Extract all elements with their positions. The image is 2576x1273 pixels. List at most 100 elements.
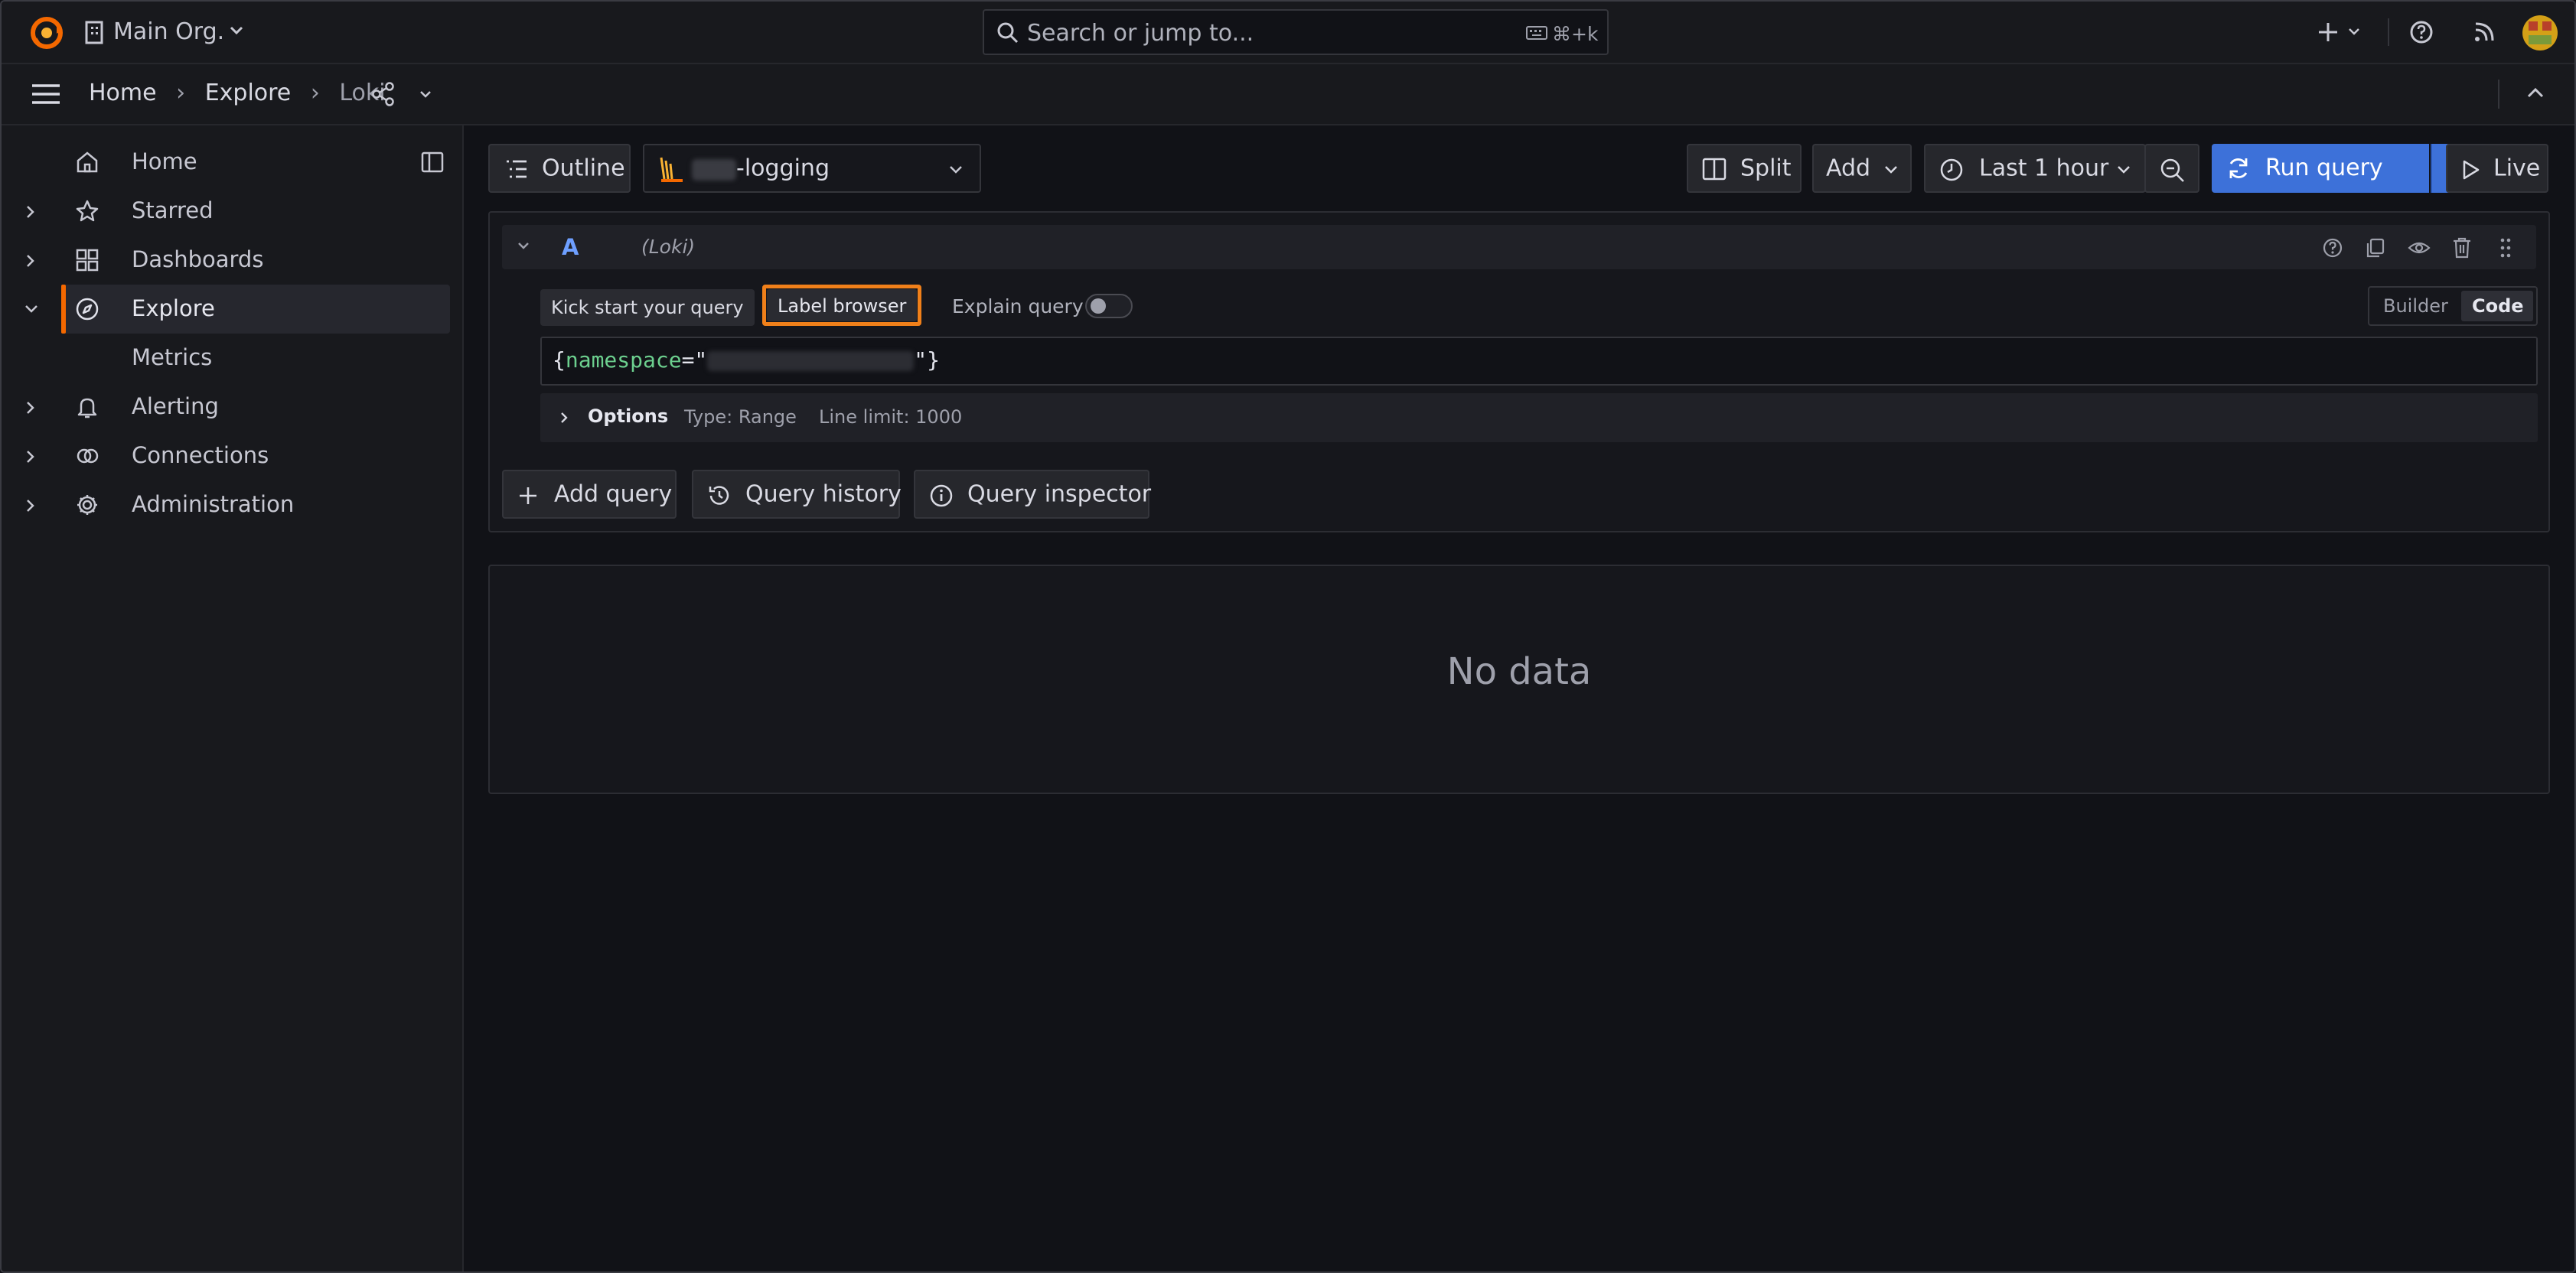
options-label: Options: [588, 405, 669, 427]
dashboards-icon: [75, 248, 99, 272]
explain-query-label: Explain query: [952, 295, 1084, 317]
datasource-picker[interactable]: -logging: [643, 144, 981, 193]
sidebar-item-label: Administration: [132, 491, 295, 517]
add-query-label: Add query: [554, 480, 673, 508]
sidebar-item-dashboards[interactable]: Dashboards: [2, 236, 462, 285]
code-brace-open: {: [553, 347, 566, 373]
query-editor-panel: A (Loki) Kick start your query Label bro…: [488, 211, 2550, 532]
options-line-limit: Line limit: 1000: [819, 406, 963, 428]
kick-start-button[interactable]: Kick start your query: [540, 289, 755, 326]
loki-logo-icon: [658, 156, 684, 184]
run-query-label: Run query: [2265, 155, 2383, 181]
breadcrumb-separator: ›: [310, 80, 320, 106]
query-options-row[interactable]: Options Type: Range Line limit: 1000: [540, 393, 2538, 442]
label-browser-label: Label browser: [778, 295, 907, 317]
keyboard-icon: [1526, 26, 1547, 40]
chevron-down-icon: [1884, 165, 1898, 174]
chevron-down-icon[interactable]: [419, 90, 432, 98]
mode-builder[interactable]: Builder: [2383, 295, 2448, 317]
outline-button[interactable]: Outline: [488, 144, 631, 193]
time-range-picker[interactable]: Last 1 hour: [1924, 144, 2146, 193]
search-input[interactable]: Search or jump to... ⌘+k: [983, 9, 1609, 55]
code-brace-close: "}: [914, 347, 941, 373]
search-icon: [996, 21, 1019, 44]
sidebar-item-starred[interactable]: Starred: [2, 187, 462, 236]
chevron-right-icon[interactable]: [26, 450, 35, 464]
grafana-logo-icon[interactable]: [28, 14, 66, 52]
sidebar-item-explore[interactable]: Explore: [2, 285, 462, 334]
redacted-text: [692, 159, 736, 181]
org-icon: [84, 20, 104, 44]
live-label: Live: [2493, 155, 2541, 182]
app-window: Main Org. Search or jump to... ⌘+k Home …: [0, 0, 2576, 1273]
label-browser-button[interactable]: Label browser: [767, 289, 917, 321]
share-icon[interactable]: [370, 81, 396, 107]
connections-icon: [75, 444, 99, 468]
chevron-right-icon[interactable]: [26, 254, 35, 268]
org-switcher[interactable]: Main Org.: [113, 18, 224, 45]
time-range-label: Last 1 hour: [1979, 155, 2109, 182]
chevron-down-icon[interactable]: [230, 26, 243, 35]
mode-code[interactable]: Code: [2461, 291, 2533, 321]
zoom-out-button[interactable]: [2144, 144, 2199, 193]
star-icon: [75, 199, 99, 223]
query-inspector-label: Query inspector: [967, 480, 1152, 508]
menu-icon[interactable]: [31, 83, 61, 106]
breadcrumb-bar: Home › Explore › Loki: [2, 64, 2574, 125]
run-query-button[interactable]: Run query: [2212, 144, 2429, 193]
help-icon[interactable]: [2322, 237, 2343, 259]
query-expression: {namespace=" "}: [553, 347, 940, 373]
chevron-right-icon[interactable]: [26, 401, 35, 415]
query-code-editor[interactable]: {namespace=" "}: [540, 337, 2538, 386]
breadcrumb-separator: ›: [176, 80, 186, 106]
sidebar-item-metrics[interactable]: Metrics: [2, 334, 462, 383]
add-button[interactable]: Add: [1812, 144, 1912, 193]
sidebar-item-home[interactable]: Home: [2, 138, 462, 187]
duplicate-icon[interactable]: [2365, 237, 2386, 259]
sidebar-item-label: Explore: [132, 295, 215, 321]
history-icon: [707, 483, 732, 508]
query-ref-id[interactable]: A: [562, 234, 579, 260]
sidebar-item-label: Connections: [132, 442, 269, 468]
plus-icon: [517, 485, 539, 506]
breadcrumb-explore[interactable]: Explore: [205, 80, 292, 106]
refresh-icon: [2225, 156, 2252, 181]
query-inspector-button[interactable]: Query inspector: [914, 470, 1152, 519]
add-query-button[interactable]: Add query: [502, 470, 677, 519]
drag-handle-icon[interactable]: [2499, 237, 2512, 259]
sidebar-item-connections[interactable]: Connections: [2, 431, 462, 480]
live-button[interactable]: Live: [2446, 144, 2548, 193]
help-icon[interactable]: [2409, 20, 2434, 44]
breadcrumb-home[interactable]: Home: [89, 80, 157, 106]
query-history-button[interactable]: Query history: [692, 470, 902, 519]
chevron-down-icon[interactable]: [24, 304, 38, 314]
sidebar-item-label: Home: [132, 148, 197, 174]
bell-icon: [75, 395, 99, 419]
explain-query-toggle[interactable]: [1085, 294, 1133, 318]
home-icon: [75, 150, 99, 174]
top-bar: Main Org. Search or jump to... ⌘+k: [2, 2, 2574, 64]
split-button[interactable]: Split: [1687, 144, 1802, 193]
news-icon[interactable]: [2472, 20, 2496, 44]
chevron-down-icon[interactable]: [517, 242, 530, 249]
sidebar-item-label: Alerting: [132, 393, 219, 419]
sidebar-item-label: Starred: [132, 197, 214, 223]
chevron-up-icon[interactable]: [2527, 87, 2544, 98]
chevron-right-icon[interactable]: [26, 499, 35, 513]
eye-icon[interactable]: [2408, 237, 2431, 259]
sidebar-item-administration[interactable]: Administration: [2, 480, 462, 529]
avatar[interactable]: [2522, 15, 2558, 50]
chevron-right-icon[interactable]: [26, 205, 35, 219]
divider: [2388, 18, 2389, 46]
code-operator: =": [681, 347, 708, 373]
sidebar-item-alerting[interactable]: Alerting: [2, 383, 462, 431]
chevron-down-icon[interactable]: [2348, 28, 2360, 35]
sidebar-item-label: Metrics: [132, 344, 213, 370]
split-label: Split: [1740, 155, 1792, 182]
plus-icon[interactable]: [2316, 20, 2340, 44]
dock-menu-icon[interactable]: [421, 151, 444, 173]
trash-icon[interactable]: [2452, 236, 2472, 259]
gear-icon: [75, 493, 99, 517]
sidebar-item-label: Dashboards: [132, 246, 264, 272]
code-label-key: namespace: [565, 347, 682, 373]
